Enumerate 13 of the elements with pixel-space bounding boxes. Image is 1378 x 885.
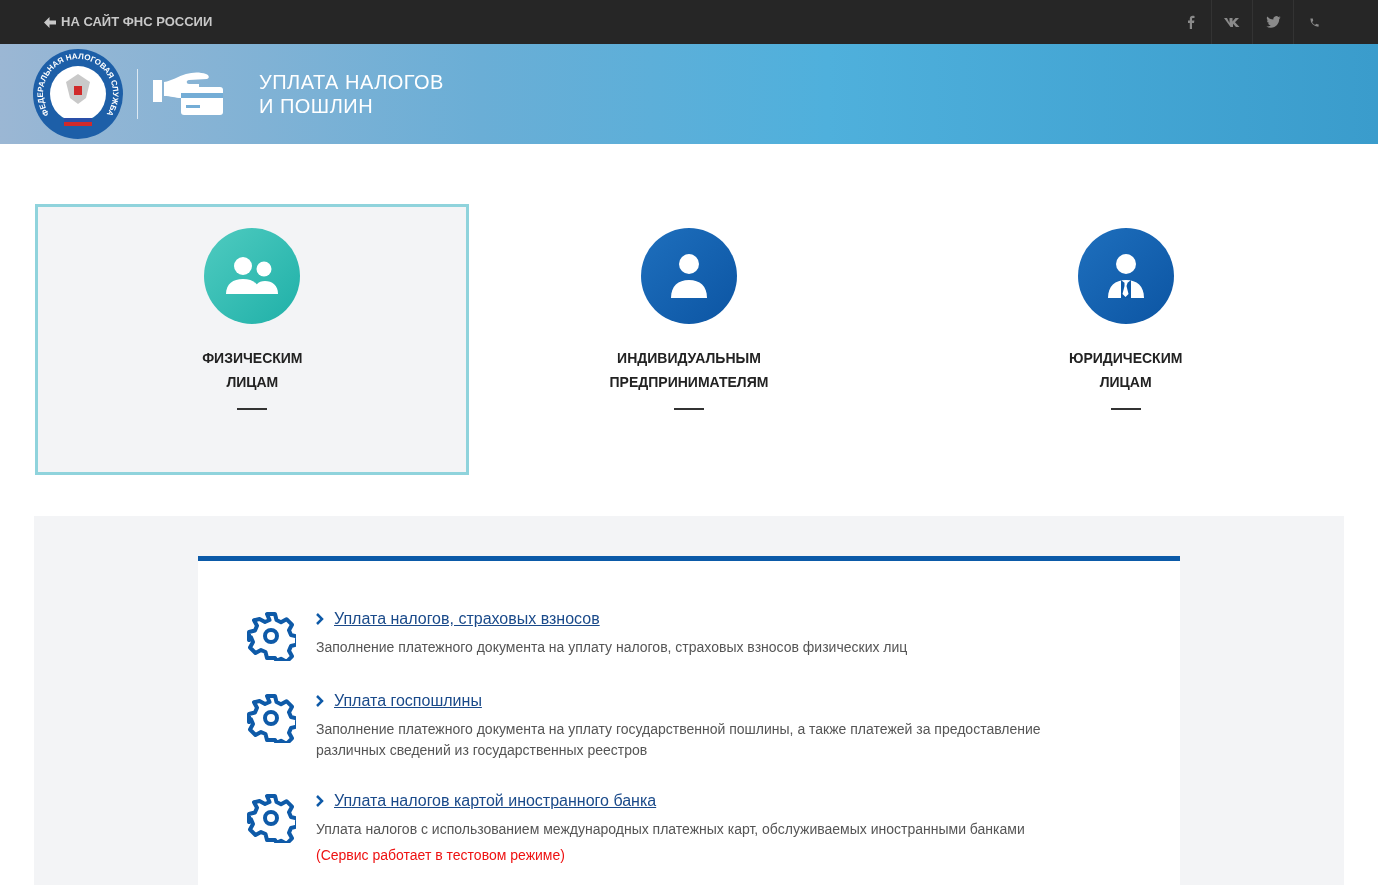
category-label: ЮРИДИЧЕСКИМ ЛИЦАМ: [1068, 349, 1183, 392]
service-description: Заполнение платежного документа на уплату государственной пошлины, а также платежей за предоставление различных сведений из государственных реестров: [316, 720, 1042, 760]
service-description: Заполнение платежного документа на уплату налогов, страховых взносов физических лиц: [316, 638, 908, 657]
back-link[interactable]: НА САЙТ ФНС РОССИИ: [44, 12, 213, 32]
category-label: ФИЗИЧЕСКИМ ЛИЦАМ: [202, 349, 303, 392]
category-card[interactable]: ФИЗИЧЕСКИМ ЛИЦАМ: [35, 204, 470, 475]
test-mode-note: (Сервис работает в тестовом режиме): [316, 846, 566, 865]
category-label: ИНДИВИДУАЛЬНЫМ ПРЕДПРИНИМАТЕЛЯМ: [609, 349, 769, 392]
service-link[interactable]: Уплата налогов, страховых взносов: [316, 607, 908, 631]
service-link[interactable]: Уплата налогов картой иностранного банка: [316, 789, 1025, 813]
service-description: Уплата налогов с использованием международных платежных карт, обслуживаемых иностранными банками: [316, 820, 1025, 839]
service-link[interactable]: Уплата госпошлины: [316, 689, 1096, 713]
banner-title: УПЛАТА НАЛОГОВ И ПОШЛИН: [259, 70, 444, 118]
